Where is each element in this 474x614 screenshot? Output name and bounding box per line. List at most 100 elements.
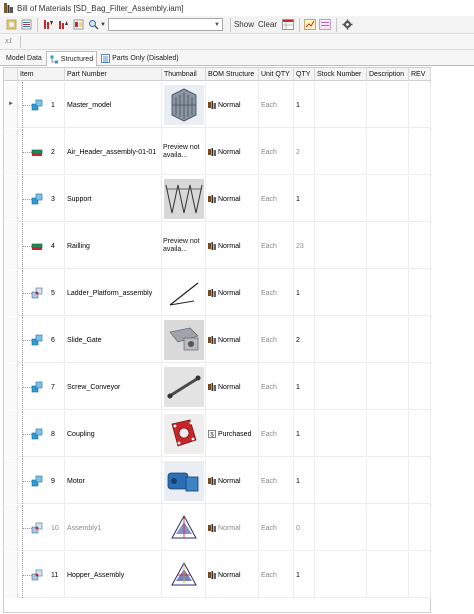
table-row[interactable]: 10 Assembly1 Normal Each 0 [4,505,431,551]
unit-qty-cell[interactable]: Each [259,552,294,598]
row-selector[interactable] [4,129,18,175]
gear-icon[interactable] [340,18,354,32]
description-cell[interactable] [367,129,409,175]
part-number-cell[interactable]: Motor [65,458,162,504]
part-number-cell[interactable]: Air_Header_assembly-01-01 [65,129,162,175]
qty-cell[interactable]: 1 [294,364,315,410]
column-header-qty[interactable]: QTY [294,68,315,81]
item-number-cell[interactable]: 11 [49,552,65,598]
unit-qty-cell[interactable]: Each [259,176,294,222]
rev-cell[interactable] [409,129,431,175]
table-row[interactable]: 8 Coupling $ Purchased Each 1 [4,411,431,457]
rev-cell[interactable] [409,176,431,222]
renumber-icon[interactable] [71,18,85,32]
stock-number-cell[interactable] [315,505,367,551]
rev-cell[interactable] [409,223,431,269]
description-cell[interactable] [367,552,409,598]
row-selector[interactable] [4,317,18,363]
part-number-cell[interactable]: Master_model [65,82,162,128]
item-number-cell[interactable]: 6 [49,317,65,363]
unit-qty-cell[interactable]: Each [259,364,294,410]
table-row[interactable]: 11 Hopper_Assembly Normal Each 1 [4,552,431,598]
row-selector[interactable]: ► [4,82,18,128]
stock-number-cell[interactable] [315,317,367,363]
description-cell[interactable] [367,176,409,222]
rev-cell[interactable] [409,505,431,551]
part-number-cell[interactable]: Support [65,176,162,222]
row-selector[interactable] [4,364,18,410]
unit-qty-cell[interactable]: Each [259,223,294,269]
description-cell[interactable] [367,505,409,551]
table-row[interactable]: 9 Motor Normal Each 1 [4,458,431,504]
bom-structure-cell[interactable]: Normal [206,82,259,128]
settings-list-icon[interactable] [318,18,332,32]
column-header-item[interactable]: Item [18,68,65,81]
table-row[interactable]: 3 Support Normal Each 1 [4,176,431,222]
qty-cell[interactable]: 1 [294,176,315,222]
show-button[interactable]: Show [234,20,254,29]
part-number-cell[interactable]: Screw_Conveyor [65,364,162,410]
item-number-cell[interactable]: 2 [49,129,65,175]
column-header-rev[interactable]: REV [409,68,431,81]
column-header-description[interactable]: Description [367,68,409,81]
part-number-cell[interactable]: Slide_Gate [65,317,162,363]
rev-cell[interactable] [409,317,431,363]
formula-field[interactable] [20,35,22,48]
column-header-part-number[interactable]: Part Number [65,68,162,81]
bom-structure-cell[interactable]: Normal [206,317,259,363]
export-icon[interactable] [19,18,33,32]
part-number-cell[interactable]: Assembly1 [65,505,162,551]
row-selector[interactable] [4,411,18,457]
find-icon[interactable] [86,18,100,32]
bom-structure-cell[interactable]: Normal [206,505,259,551]
rev-cell[interactable] [409,458,431,504]
rev-cell[interactable] [409,552,431,598]
sort-descending-icon[interactable] [56,18,70,32]
bom-structure-cell[interactable]: $ Purchased [206,411,259,457]
qty-cell[interactable]: 0 [294,505,315,551]
bom-structure-cell[interactable]: Normal [206,270,259,316]
column-header-bom-structure[interactable]: BOM Structure [206,68,259,81]
stock-number-cell[interactable] [315,129,367,175]
item-number-cell[interactable]: 5 [49,270,65,316]
item-number-cell[interactable]: 10 [49,505,65,551]
table-row[interactable]: 7 Screw_Conveyor Normal Each 1 [4,364,431,410]
qty-cell[interactable]: 2 [294,129,315,175]
tab-parts-only[interactable]: Parts Only (Disabled) [97,51,183,65]
sort-ascending-icon[interactable] [41,18,55,32]
qty-cell[interactable]: 23 [294,223,315,269]
stock-number-cell[interactable] [315,458,367,504]
chart-icon[interactable] [303,18,317,32]
column-header-stock-number[interactable]: Stock Number [315,68,367,81]
description-cell[interactable] [367,270,409,316]
column-header-thumbnail[interactable]: Thumbnail [162,68,206,81]
qty-cell[interactable]: 1 [294,411,315,457]
part-number-cell[interactable]: Hopper_Assembly [65,552,162,598]
qty-cell[interactable]: 1 [294,270,315,316]
stock-number-cell[interactable] [315,364,367,410]
bom-structure-cell[interactable]: Normal [206,176,259,222]
bom-structure-cell[interactable]: Normal [206,552,259,598]
stock-number-cell[interactable] [315,223,367,269]
description-cell[interactable] [367,223,409,269]
description-cell[interactable] [367,458,409,504]
item-number-cell[interactable]: 1 [49,82,65,128]
row-selector[interactable] [4,176,18,222]
rev-cell[interactable] [409,82,431,128]
description-cell[interactable] [367,317,409,363]
qty-cell[interactable]: 1 [294,458,315,504]
unit-qty-cell[interactable]: Each [259,82,294,128]
table-row[interactable]: 5 Ladder_Platform_assembly Normal Each 1 [4,270,431,316]
bom-structure-cell[interactable]: Normal [206,223,259,269]
unit-qty-cell[interactable]: Each [259,458,294,504]
bom-structure-cell[interactable]: Normal [206,458,259,504]
table-view-icon[interactable] [281,18,295,32]
import-icon[interactable] [4,18,18,32]
tab-structured[interactable]: Structured [45,51,98,66]
rev-cell[interactable] [409,270,431,316]
part-number-cell[interactable]: Coupling [65,411,162,457]
description-cell[interactable] [367,411,409,457]
row-selector[interactable] [4,552,18,598]
item-number-cell[interactable]: 9 [49,458,65,504]
table-row[interactable]: 6 Slide_Gate Normal Each 2 [4,317,431,363]
